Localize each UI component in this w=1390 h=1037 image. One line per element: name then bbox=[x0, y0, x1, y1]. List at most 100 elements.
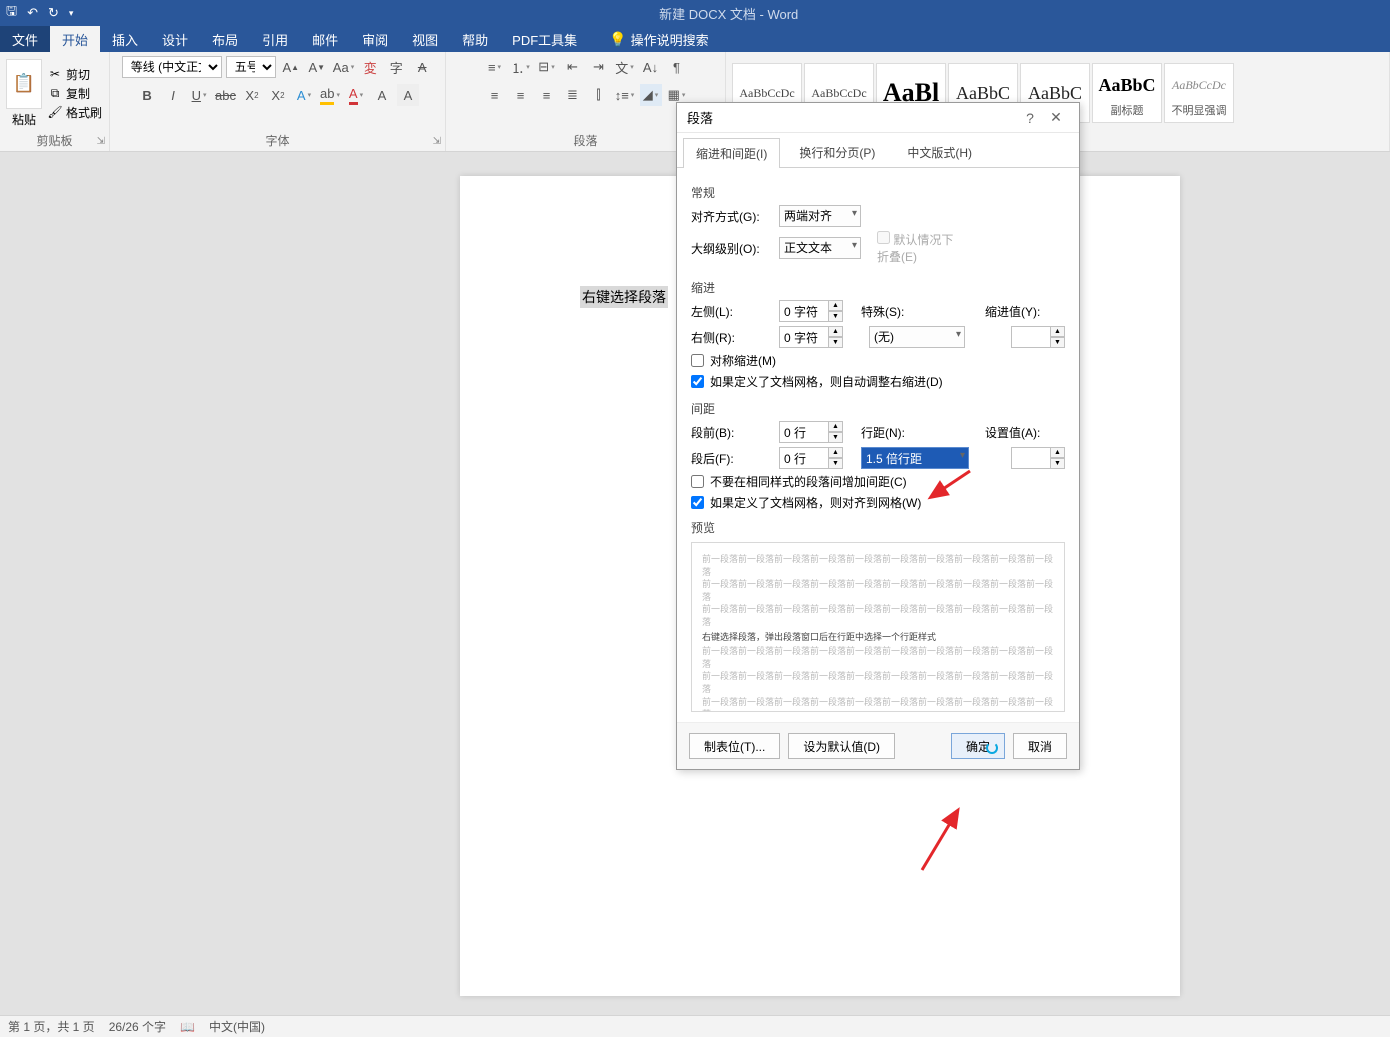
tabs-button[interactable]: 制表位(T)... bbox=[689, 733, 780, 759]
section-preview: 预览 bbox=[691, 519, 1065, 536]
highlight-icon[interactable]: ab▾ bbox=[319, 84, 341, 106]
italic-icon[interactable]: I bbox=[162, 84, 184, 106]
style-subtle-emphasis[interactable]: AaBbCcDc不明显强调 bbox=[1164, 63, 1234, 123]
spin-down-icon[interactable]: ▼ bbox=[829, 432, 843, 443]
spin-down-icon[interactable]: ▼ bbox=[1051, 458, 1065, 469]
tab-references[interactable]: 引用 bbox=[250, 26, 300, 52]
tab-design[interactable]: 设计 bbox=[150, 26, 200, 52]
tab-help[interactable]: 帮助 bbox=[450, 26, 500, 52]
asian-layout-icon[interactable]: 文▾ bbox=[614, 56, 636, 78]
spin-up-icon[interactable]: ▲ bbox=[829, 421, 843, 432]
special-indent-select[interactable]: (无) bbox=[869, 326, 965, 348]
clear-format-icon[interactable]: A bbox=[411, 56, 433, 78]
align-left-icon[interactable]: ≡ bbox=[484, 84, 506, 106]
shading-icon[interactable]: ◢▾ bbox=[640, 84, 662, 106]
numbering-icon[interactable]: ⒈▾ bbox=[510, 56, 532, 78]
brush-icon: 🖌 bbox=[48, 105, 62, 119]
snap-grid-checkbox[interactable] bbox=[691, 496, 704, 509]
align-right-icon[interactable]: ≡ bbox=[536, 84, 558, 106]
indent-right-input[interactable] bbox=[779, 326, 829, 348]
copy-button[interactable]: ⧉复制 bbox=[48, 85, 102, 102]
spin-up-icon[interactable]: ▲ bbox=[829, 300, 843, 311]
distribute-icon[interactable]: ⫿ bbox=[588, 84, 610, 106]
status-words[interactable]: 26/26 个字 bbox=[109, 1018, 166, 1035]
tell-me-search[interactable]: 💡 操作说明搜索 bbox=[597, 26, 720, 52]
spin-down-icon[interactable]: ▼ bbox=[1051, 337, 1065, 348]
mirror-indent-checkbox[interactable] bbox=[691, 354, 704, 367]
close-icon[interactable]: ✕ bbox=[1043, 109, 1069, 126]
line-spacing-select[interactable] bbox=[861, 447, 969, 469]
spin-down-icon[interactable]: ▼ bbox=[829, 311, 843, 322]
tab-pagination[interactable]: 换行和分页(P) bbox=[786, 137, 888, 167]
clipboard-group-label: 剪贴板 bbox=[6, 130, 103, 151]
status-language[interactable]: 中文(中国) bbox=[209, 1018, 265, 1035]
bold-icon[interactable]: B bbox=[136, 84, 158, 106]
grow-font-icon[interactable]: A▲ bbox=[280, 56, 302, 78]
show-marks-icon[interactable]: ¶ bbox=[666, 56, 688, 78]
tab-home[interactable]: 开始 bbox=[50, 26, 100, 52]
align-center-icon[interactable]: ≡ bbox=[510, 84, 532, 106]
tab-view[interactable]: 视图 bbox=[400, 26, 450, 52]
sort-icon[interactable]: A↓ bbox=[640, 56, 662, 78]
cut-button[interactable]: ✂剪切 bbox=[48, 66, 102, 83]
style-subtitle[interactable]: AaBbC副标题 bbox=[1092, 63, 1162, 123]
auto-indent-grid-checkbox[interactable] bbox=[691, 375, 704, 388]
increase-indent-icon[interactable]: ⇥ bbox=[588, 56, 610, 78]
tab-indent-spacing[interactable]: 缩进和间距(I) bbox=[683, 138, 780, 168]
clipboard-launcher-icon[interactable]: ⇲ bbox=[97, 136, 105, 147]
char-shading-icon[interactable]: A bbox=[397, 84, 419, 106]
cancel-button[interactable]: 取消 bbox=[1013, 733, 1067, 759]
underline-icon[interactable]: U▾ bbox=[188, 84, 210, 106]
indent-by-input[interactable] bbox=[1011, 326, 1051, 348]
spin-up-icon[interactable]: ▲ bbox=[1051, 326, 1065, 337]
font-size-select[interactable]: 五号 bbox=[226, 56, 276, 78]
text-effects-icon[interactable]: A▾ bbox=[293, 84, 315, 106]
superscript-icon[interactable]: X2 bbox=[267, 84, 289, 106]
tab-mailings[interactable]: 邮件 bbox=[300, 26, 350, 52]
ok-button[interactable]: 确定 bbox=[951, 733, 1005, 759]
save-icon[interactable]: 🖫 bbox=[6, 2, 17, 24]
undo-icon[interactable]: ↶ bbox=[27, 5, 38, 21]
tab-file[interactable]: 文件 bbox=[0, 26, 50, 52]
spin-up-icon[interactable]: ▲ bbox=[1051, 447, 1065, 458]
char-border-icon[interactable]: A bbox=[371, 84, 393, 106]
spin-up-icon[interactable]: ▲ bbox=[829, 326, 843, 337]
status-page[interactable]: 第 1 页，共 1 页 bbox=[8, 1018, 95, 1035]
shrink-font-icon[interactable]: A▼ bbox=[306, 56, 328, 78]
set-default-button[interactable]: 设为默认值(D) bbox=[788, 733, 895, 759]
tab-insert[interactable]: 插入 bbox=[100, 26, 150, 52]
redo-icon[interactable]: ↻ bbox=[48, 5, 59, 21]
subscript-icon[interactable]: X2 bbox=[241, 84, 263, 106]
tab-review[interactable]: 审阅 bbox=[350, 26, 400, 52]
font-launcher-icon[interactable]: ⇲ bbox=[433, 136, 441, 147]
spin-down-icon[interactable]: ▼ bbox=[829, 337, 843, 348]
enclose-icon[interactable]: 字 bbox=[385, 56, 407, 78]
bullets-icon[interactable]: ≡▾ bbox=[484, 56, 506, 78]
help-icon[interactable]: ? bbox=[1017, 110, 1043, 126]
justify-icon[interactable]: ≣ bbox=[562, 84, 584, 106]
outline-select[interactable]: 正文文本 bbox=[779, 237, 861, 259]
space-before-input[interactable] bbox=[779, 421, 829, 443]
decrease-indent-icon[interactable]: ⇤ bbox=[562, 56, 584, 78]
phonetic-guide-icon[interactable]: 変 bbox=[359, 56, 381, 78]
indent-left-input[interactable] bbox=[779, 300, 829, 322]
change-case-icon[interactable]: Aa▾ bbox=[332, 56, 355, 78]
no-space-same-style-checkbox[interactable] bbox=[691, 475, 704, 488]
space-after-input[interactable] bbox=[779, 447, 829, 469]
selected-text[interactable]: 右键选择段落 bbox=[580, 286, 668, 308]
spacing-at-input[interactable] bbox=[1011, 447, 1051, 469]
tab-asian[interactable]: 中文版式(H) bbox=[894, 137, 985, 167]
tab-layout[interactable]: 布局 bbox=[200, 26, 250, 52]
paste-button[interactable]: 📋 bbox=[6, 59, 42, 109]
line-spacing-icon[interactable]: ↕≡▾ bbox=[614, 84, 636, 106]
font-color-icon[interactable]: A▾ bbox=[345, 84, 367, 106]
alignment-select[interactable]: 两端对齐 bbox=[779, 205, 861, 227]
strike-icon[interactable]: abc bbox=[214, 84, 237, 106]
multilevel-icon[interactable]: ⊟▾ bbox=[536, 56, 558, 78]
spin-down-icon[interactable]: ▼ bbox=[829, 458, 843, 469]
font-name-select[interactable]: 等线 (中文正文 bbox=[122, 56, 222, 78]
spin-up-icon[interactable]: ▲ bbox=[829, 447, 843, 458]
format-painter-button[interactable]: 🖌格式刷 bbox=[48, 104, 102, 121]
status-proofing-icon[interactable]: 📖 bbox=[180, 1020, 195, 1034]
tab-pdf[interactable]: PDF工具集 bbox=[500, 26, 589, 52]
